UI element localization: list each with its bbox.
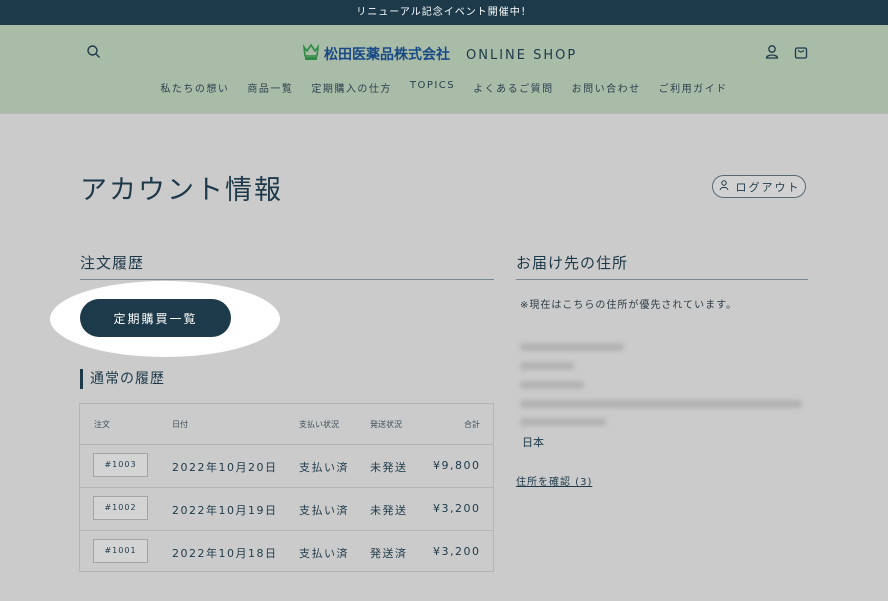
nav-item-contact[interactable]: お問い合わせ: [572, 80, 641, 96]
payment-status: 支払い済: [299, 547, 349, 560]
site-logo[interactable]: 松田医薬品株式会社 ONLINE SHOP: [302, 42, 577, 66]
site-header: 松田医薬品株式会社 ONLINE SHOP 私たちの想い 商品一覧 定期購入の仕…: [0, 25, 888, 114]
nav-item-usage-guide[interactable]: ご利用ガイド: [659, 80, 728, 96]
search-icon[interactable]: [85, 43, 103, 61]
blurred-line: [520, 418, 606, 426]
order-date: 2022年10月20日: [172, 461, 278, 474]
nav-item-topics[interactable]: TOPICS: [410, 80, 455, 96]
bag-icon[interactable]: [792, 43, 810, 61]
blurred-line: [520, 400, 802, 408]
shipping-address-divider: [516, 279, 808, 280]
table-row: #1003 2022年10月20日 支払い済 未発送 ¥9,800: [80, 445, 493, 488]
order-history-divider: [80, 279, 494, 280]
logout-button[interactable]: ログアウト: [712, 175, 806, 198]
page-title: アカウント情報: [80, 175, 283, 206]
address-country: 日本: [522, 436, 544, 449]
blurred-line: [520, 381, 584, 389]
main-nav: 私たちの想い 商品一覧 定期購入の仕方 TOPICS よくあるご質問 お問い合わ…: [0, 80, 888, 96]
logo-text: 松田医薬品株式会社: [324, 47, 450, 63]
column-date: 日付: [172, 420, 188, 429]
order-history-heading: 注文履歴: [80, 254, 145, 272]
column-total: 合計: [464, 420, 480, 429]
nav-item-philosophy[interactable]: 私たちの想い: [160, 80, 229, 96]
order-total: ¥3,200: [433, 545, 481, 558]
regular-history-heading: 通常の履歴: [80, 369, 165, 389]
view-addresses-link[interactable]: 住所を確認 (3): [516, 473, 592, 488]
order-date: 2022年10月18日: [172, 547, 278, 560]
shipping-address-heading: お届け先の住所: [516, 254, 629, 272]
column-order: 注文: [94, 420, 110, 429]
order-number-button[interactable]: #1002: [93, 496, 148, 520]
order-date: 2022年10月19日: [172, 504, 278, 517]
nav-item-subscription-guide[interactable]: 定期購入の仕方: [311, 80, 392, 96]
order-number-button[interactable]: #1003: [93, 453, 148, 477]
crown-icon: [302, 42, 320, 66]
order-total: ¥9,800: [433, 459, 481, 472]
shop-text: ONLINE SHOP: [466, 48, 578, 63]
person-icon: [718, 179, 730, 194]
blurred-line: [520, 343, 624, 351]
table-header-row: 注文 日付 支払い状況 発送状況 合計: [80, 404, 493, 445]
address-priority-note: ※現在はこちらの住所が優先されています。: [520, 300, 738, 311]
nav-item-faq[interactable]: よくあるご質問: [473, 80, 554, 96]
person-icon[interactable]: [763, 43, 781, 61]
order-total: ¥3,200: [433, 502, 481, 515]
order-table: 注文 日付 支払い状況 発送状況 合計 #1003 2022年10月20日 支払…: [79, 403, 494, 572]
blurred-line: [520, 362, 574, 370]
announcement-bar: リニューアル記念イベント開催中！: [0, 0, 888, 25]
shipping-status: 発送済: [370, 547, 408, 560]
order-number-button[interactable]: #1001: [93, 539, 148, 563]
table-row: #1002 2022年10月19日 支払い済 未発送 ¥3,200: [80, 488, 493, 531]
payment-status: 支払い済: [299, 461, 349, 474]
announcement-text: リニューアル記念イベント開催中！: [356, 7, 532, 18]
column-payment: 支払い状況: [299, 420, 339, 429]
nav-item-products[interactable]: 商品一覧: [247, 80, 293, 96]
payment-status: 支払い済: [299, 504, 349, 517]
shipping-status: 未発送: [370, 461, 408, 474]
table-row: #1001 2022年10月18日 支払い済 発送済 ¥3,200: [80, 531, 493, 573]
shipping-status: 未発送: [370, 504, 408, 517]
logout-label: ログアウト: [735, 180, 801, 194]
column-shipping: 発送状況: [370, 420, 402, 429]
subscription-list-button[interactable]: 定期購買一覧: [80, 299, 231, 337]
